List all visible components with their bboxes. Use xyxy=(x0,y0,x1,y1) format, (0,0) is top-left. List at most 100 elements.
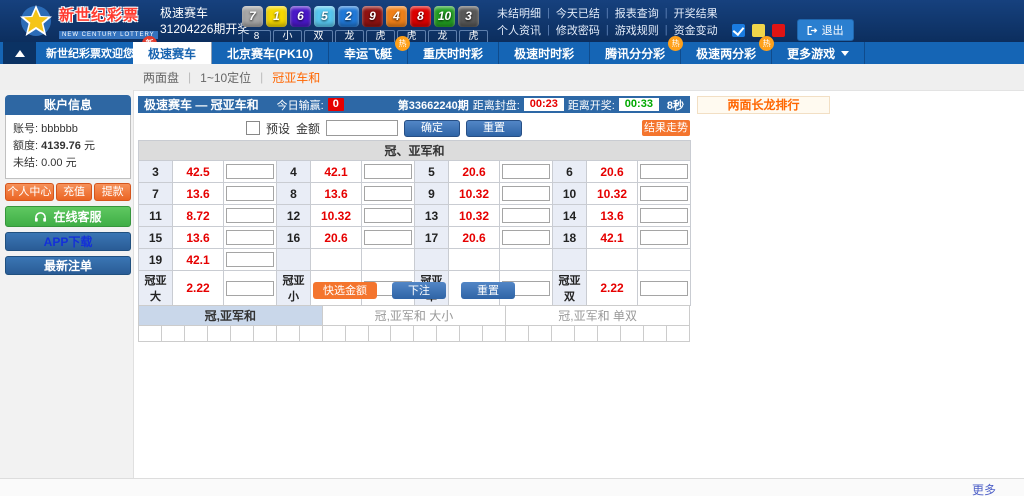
bet-amount-input[interactable] xyxy=(640,186,688,201)
bet-amount-input[interactable] xyxy=(364,164,412,179)
more-link[interactable]: 更多 xyxy=(972,481,996,498)
subnav-item-0[interactable]: 两面盘 xyxy=(143,69,179,86)
result-trend-button[interactable]: 结果走势 xyxy=(642,120,690,136)
result-ball-3: 3 xyxy=(458,6,479,27)
app-download-button[interactable]: APP下载 xyxy=(5,232,131,251)
brand-logo[interactable]: 新世纪彩票 NEW CENTURY LOTTERY xyxy=(18,3,158,39)
bet-amount-input[interactable] xyxy=(226,186,274,201)
header-link-r2-0[interactable]: 个人资讯 xyxy=(497,22,541,38)
reset-bets-button[interactable]: 重置 xyxy=(461,282,515,299)
odds-value: 42.1 xyxy=(311,161,362,183)
bet-option-name: 12 xyxy=(277,205,311,227)
odds-value: 20.6 xyxy=(587,161,638,183)
latest-orders-button[interactable]: 最新注单 xyxy=(5,256,131,275)
odds-row-3: 1513.61620.61720.61842.1 xyxy=(139,227,691,249)
result-cell xyxy=(207,326,230,342)
bet-input-cell xyxy=(224,183,277,205)
separator: | xyxy=(547,7,550,19)
result-cell xyxy=(184,326,207,342)
personal-center-button[interactable]: 个人中心 xyxy=(5,183,54,201)
result-cell xyxy=(666,326,689,342)
odds-row-1: 713.6813.6910.321010.32 xyxy=(139,183,691,205)
odds-value: 20.6 xyxy=(449,227,500,249)
preset-amount-input[interactable] xyxy=(326,120,398,136)
nav-tab-label: 极速赛车 xyxy=(148,45,196,62)
result-cell xyxy=(437,326,460,342)
chevron-down-icon xyxy=(841,51,849,56)
header-link-r1-2[interactable]: 报表查询 xyxy=(615,5,659,21)
withdraw-button[interactable]: 提款 xyxy=(94,183,131,201)
bet-input-cell xyxy=(224,205,277,227)
header-link-r1-3[interactable]: 开奖结果 xyxy=(674,5,718,21)
header-link-r2-3[interactable]: 资金变动 xyxy=(674,22,718,38)
odds-value: 10.32 xyxy=(587,183,638,205)
result-cell xyxy=(322,326,345,342)
bet-amount-input[interactable] xyxy=(364,230,412,245)
quick-amount-button[interactable]: 快选金额 xyxy=(313,282,377,299)
nav-tab-4[interactable]: 极速时时彩 xyxy=(499,42,590,64)
bet-option-name: 17 xyxy=(415,227,449,249)
nav-tab-7[interactable]: 更多游戏 xyxy=(772,42,865,64)
deposit-button[interactable]: 充值 xyxy=(56,183,93,201)
theme-blue-checkbox[interactable] xyxy=(732,24,745,37)
nav-tab-6[interactable]: 极速两分彩热 xyxy=(681,42,772,64)
bet-option-name: 18 xyxy=(553,227,587,249)
bet-input-cell xyxy=(500,227,553,249)
balance-label: 额度: xyxy=(13,140,38,152)
header-link-r2-1[interactable]: 修改密码 xyxy=(556,22,600,38)
logout-button[interactable]: 退出 xyxy=(797,19,854,41)
header-link-r1-1[interactable]: 今天已结 xyxy=(556,5,600,21)
odds-value: 42.5 xyxy=(173,161,224,183)
bet-amount-input[interactable] xyxy=(640,164,688,179)
balance-unit: 元 xyxy=(84,140,95,152)
bet-amount-input[interactable] xyxy=(226,230,274,245)
header-link-r1-0[interactable]: 未结明细 xyxy=(497,5,541,21)
odds-value: 8.72 xyxy=(173,205,224,227)
bet-amount-input[interactable] xyxy=(226,164,274,179)
empty-name-cell xyxy=(277,249,311,271)
odds-value: 13.6 xyxy=(587,205,638,227)
bet-amount-input[interactable] xyxy=(502,230,550,245)
reset-preset-button[interactable]: 重置 xyxy=(466,120,522,137)
bet-amount-input[interactable] xyxy=(640,230,688,245)
online-service-button[interactable]: 在线客服 xyxy=(5,206,131,227)
preset-checkbox[interactable] xyxy=(246,121,260,135)
header-link-r2-2[interactable]: 游戏规则 xyxy=(615,22,659,38)
nav-tab-label: 腾讯分分彩 xyxy=(605,45,665,62)
results-section-2[interactable]: 冠,亚军和 单双 xyxy=(506,306,690,326)
nav-tab-5[interactable]: 腾讯分分彩热 xyxy=(590,42,681,64)
welcome-label: 新世纪彩票欢迎您 xyxy=(46,45,134,61)
results-section-1[interactable]: 冠,亚军和 大小 xyxy=(322,306,506,326)
nav-tab-1[interactable]: 北京赛车(PK10) xyxy=(212,42,329,64)
bet-amount-input[interactable] xyxy=(226,208,274,223)
bet-amount-input[interactable] xyxy=(502,186,550,201)
odds-table-title: 冠、亚军和 xyxy=(139,141,691,161)
bet-amount-input[interactable] xyxy=(502,208,550,223)
subnav-item-1[interactable]: 1~10定位 xyxy=(200,69,251,86)
empty-odds-cell xyxy=(587,249,638,271)
place-bet-button[interactable]: 下注 xyxy=(392,282,446,299)
subnav-item-2[interactable]: 冠亚车和 xyxy=(272,69,320,86)
theme-red-swatch[interactable] xyxy=(772,24,785,37)
bet-amount-input[interactable] xyxy=(502,164,550,179)
bet-amount-input[interactable] xyxy=(364,208,412,223)
subnav-bar: 两面盘|1~10定位|冠亚车和 xyxy=(0,64,1024,91)
results-section-0[interactable]: 冠,亚军和 xyxy=(139,306,323,326)
bet-input-cell xyxy=(224,161,277,183)
odds-value: 10.32 xyxy=(449,183,500,205)
nav-tab-2[interactable]: 幸运飞艇热 xyxy=(329,42,408,64)
bet-amount-input[interactable] xyxy=(640,208,688,223)
last-draw-result: 71652948103 8小双龙虎虎龙虎 xyxy=(242,6,488,44)
bet-input-cell xyxy=(362,205,415,227)
odds-value: 42.1 xyxy=(173,249,224,271)
collapse-header-button[interactable] xyxy=(3,42,36,64)
theme-yellow-swatch[interactable] xyxy=(752,24,765,37)
result-cell xyxy=(460,326,483,342)
nav-tab-0[interactable]: 极速赛车 xyxy=(133,42,212,64)
bet-amount-input[interactable] xyxy=(364,186,412,201)
bet-amount-input[interactable] xyxy=(226,252,274,267)
close-countdown-label: 距离封盘: xyxy=(473,97,520,113)
confirm-button[interactable]: 确定 xyxy=(404,120,460,137)
two-side-streak-rank-button[interactable]: 两面长龙排行 xyxy=(697,96,830,114)
nav-tab-3[interactable]: 重庆时时彩 xyxy=(408,42,499,64)
